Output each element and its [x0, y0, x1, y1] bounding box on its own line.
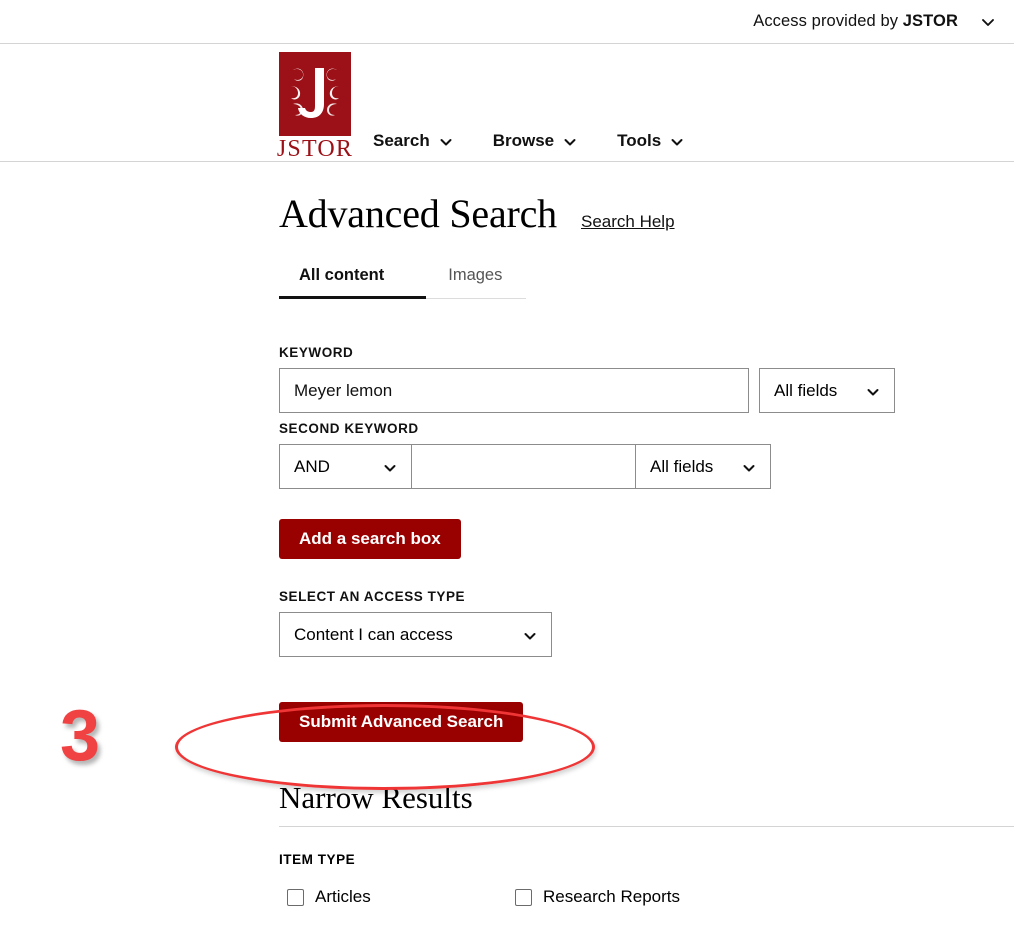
narrow-results-divider	[279, 826, 1014, 827]
chevron-down-icon	[523, 628, 537, 642]
item-type-label: ITEM TYPE	[279, 852, 1014, 867]
jstor-logo-mark-icon	[279, 52, 351, 136]
nav-item-browse-label: Browse	[493, 131, 554, 151]
checkbox-articles-label: Articles	[315, 887, 371, 907]
jstor-logo-wordmark: JSTOR	[277, 137, 353, 161]
jstor-logo[interactable]: JSTOR	[279, 52, 351, 161]
access-prefix-label: Access provided by	[753, 12, 903, 30]
access-type-value: Content I can access	[294, 625, 453, 645]
checkbox-research-reports-label: Research Reports	[543, 887, 680, 907]
tab-images[interactable]: Images	[426, 266, 526, 299]
chevron-down-icon	[866, 384, 880, 398]
access-type-select[interactable]: Content I can access	[279, 612, 552, 657]
chevron-down-icon	[563, 134, 577, 148]
nav-item-tools-label: Tools	[617, 131, 661, 151]
access-provided-by[interactable]: Access provided by JSTOR	[753, 12, 958, 31]
keyword-input[interactable]	[279, 368, 749, 413]
checkbox-research-reports[interactable]: Research Reports	[515, 887, 680, 907]
chevron-down-icon	[439, 134, 453, 148]
tab-all-content[interactable]: All content	[279, 266, 426, 299]
keyword-label: KEYWORD	[279, 345, 1014, 360]
narrow-results-title: Narrow Results	[279, 780, 1014, 816]
narrow-results-section: Narrow Results ITEM TYPE Articles Resear…	[279, 780, 1014, 907]
nav-item-search-label: Search	[373, 131, 430, 151]
boolean-operator-value: AND	[294, 457, 330, 477]
nav-item-browse[interactable]: Browse	[493, 131, 577, 151]
nav-item-tools[interactable]: Tools	[617, 131, 684, 151]
keyword-row: All fields	[279, 368, 1014, 413]
chevron-down-icon	[670, 134, 684, 148]
keyword-field-scope-value: All fields	[774, 381, 837, 401]
title-row: Advanced Search Search Help	[279, 192, 1014, 236]
search-help-link[interactable]: Search Help	[581, 212, 675, 232]
add-search-box-row: Add a search box	[279, 519, 1014, 559]
content-type-tabs: All content Images	[279, 266, 491, 299]
chevron-down-icon	[742, 460, 756, 474]
item-type-checkbox-group: Articles Research Reports	[279, 887, 1014, 907]
access-provider-label: JSTOR	[903, 12, 958, 30]
keyword-field-scope-select[interactable]: All fields	[759, 368, 895, 413]
boolean-operator-select[interactable]: AND	[279, 444, 412, 489]
page-title: Advanced Search	[279, 192, 557, 236]
checkbox-box-icon[interactable]	[287, 889, 304, 906]
second-keyword-field-scope-value: All fields	[650, 457, 713, 477]
submit-advanced-search-button[interactable]: Submit Advanced Search	[279, 702, 523, 742]
advanced-search-page: Advanced Search Search Help All content …	[0, 192, 1014, 907]
checkbox-articles[interactable]: Articles	[279, 887, 515, 907]
main-nav: Search Browse Tools	[373, 131, 724, 151]
nav-item-search[interactable]: Search	[373, 131, 453, 151]
chevron-down-icon[interactable]	[980, 14, 996, 30]
checkbox-box-icon[interactable]	[515, 889, 532, 906]
add-search-box-button[interactable]: Add a search box	[279, 519, 461, 559]
access-type-label: SELECT AN ACCESS TYPE	[279, 589, 1014, 604]
chevron-down-icon	[383, 460, 397, 474]
site-header: JSTOR Search Browse Tools	[0, 44, 1014, 162]
submit-row: Submit Advanced Search	[279, 702, 1014, 742]
second-keyword-label: SECOND KEYWORD	[279, 421, 1014, 436]
advanced-search-form: KEYWORD All fields SECOND KEYWORD AND Al…	[279, 345, 1014, 742]
second-keyword-field-scope-select[interactable]: All fields	[636, 444, 771, 489]
access-bar: Access provided by JSTOR	[0, 0, 1014, 44]
second-keyword-input[interactable]	[412, 444, 636, 489]
second-keyword-row: AND All fields	[279, 444, 1014, 489]
